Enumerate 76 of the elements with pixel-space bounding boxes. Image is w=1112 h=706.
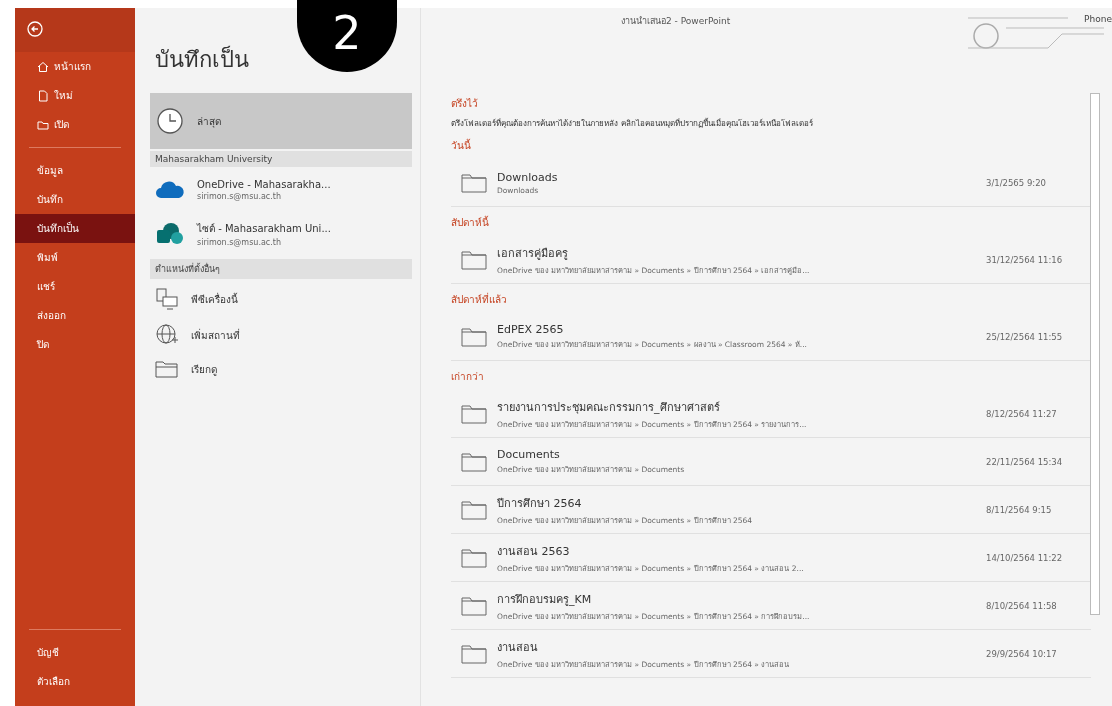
house-icon [37,60,49,73]
section-label: วันนี้ [451,138,472,153]
modified-date: 31/12/2564 11:16 [986,254,1064,265]
folder-icon [155,359,179,379]
location-item[interactable]: OneDrive - Mahasarakha... sirimon.s@msu.ac.th [150,169,412,211]
folder-icon [461,643,487,664]
section-label: เก่ากว่า [451,370,485,384]
folder-name: EdPEX 2565 [497,323,565,336]
folder-icon [461,595,487,616]
section-label: ตรึงไว้ [451,97,479,111]
sidebar-item[interactable]: บัญชี [15,638,135,667]
folder-icon [461,172,487,193]
document-icon [37,89,49,102]
back-button[interactable] [15,8,135,52]
location-item[interactable]: เพิ่มสถานที่ [150,317,412,353]
sidebar-item[interactable]: ตัวเลือก [15,667,135,696]
folder-icon [461,499,487,520]
sites-icon [155,222,185,246]
sidebar-item[interactable]: ข้อมูล [15,156,135,185]
folder-name: รายงานการประชุมคณะกรรมการ_ศึกษาศาสตร์ [497,399,721,416]
sidebar-item[interactable]: ส่งออก [15,301,135,330]
location-item[interactable]: เรียกดู [150,353,412,385]
sidebar-item[interactable]: หน้าแรก [15,52,135,81]
modified-date: 14/10/2564 11:22 [986,552,1064,563]
pinned-hint: ตรึงโฟลเดอร์ที่คุณต้องการค้นหาได้ง่ายในภายหลัง คลิกไอคอนหมุดที่ปรากฏขึ้นเมื่อคุณโฮเวอร์เหนือโฟลเดอร์ [451,117,814,130]
sidebar-item[interactable]: แชร์ [15,272,135,301]
location-account: sirimon.s@msu.ac.th [197,192,282,201]
window-title: งานนำเสนอ2 - PowerPoint [621,15,731,28]
modified-date: 8/10/2564 11:58 [986,600,1058,611]
folder-name: งานสอน 2563 [497,543,571,560]
sidebar-item[interactable]: บันทึก [15,185,135,214]
location-item[interactable]: ล่าสุด [150,93,412,149]
sidebar-item[interactable]: พิมพ์ [15,243,135,272]
location-item[interactable]: ไซต์ - Mahasarakham Uni... sirimon.s@msu.ac.th [150,211,412,257]
location-item[interactable]: พีซีเครื่องนี้ [150,281,412,317]
folder-name: Documents [497,448,561,461]
location-name: พีซีเครื่องนี้ [191,291,238,307]
cloud-icon [155,180,185,200]
location-account: sirimon.s@msu.ac.th [197,238,282,247]
folder-name: เอกสารคู่มือครู [497,245,569,262]
location-name: ไซต์ - Mahasarakham Uni... [197,222,331,236]
sidebar-item[interactable]: ปิด [15,330,135,359]
modified-date: 22/11/2564 15:34 [986,456,1064,467]
computer-icon [155,287,179,311]
modified-date: 29/9/2564 10:17 [986,648,1058,659]
sidebar-item[interactable]: ใหม่ [15,81,135,110]
location-name: เพิ่มสถานที่ [191,327,240,343]
folder-name: งานสอน [497,639,539,656]
modified-date: 8/12/2564 11:27 [986,408,1058,419]
globe-plus-icon [155,323,179,347]
location-name: เรียกดู [191,362,217,377]
annotation-badge: 2 [297,0,397,72]
section-label: สัปดาห์นี้ [451,215,490,230]
location-name: OneDrive - Mahasarakha... [197,179,331,190]
folder-icon [461,451,487,472]
folder-name: การฝึกอบรมครู_KM [497,591,593,608]
sidebar-item[interactable]: เปิด [15,110,135,139]
sidebar-item[interactable]: บันทึกเป็น [15,214,135,243]
location-name: ล่าสุด [197,114,221,129]
folder-icon [461,403,487,424]
folder-icon [461,249,487,270]
user-name: Phone [1084,14,1112,24]
folder-name: ปีการศึกษา 2564 [497,495,583,512]
modified-date: 8/11/2564 9:15 [986,504,1053,515]
group-header: Mahasarakham University [150,151,412,167]
scrollbar[interactable] [1090,93,1100,615]
page-heading: บันทึกเป็น [155,44,250,74]
folder-icon [461,547,487,568]
group-header: ตำแหน่งที่ตั้งอื่นๆ [150,259,412,279]
folder-name: Downloads [497,170,558,184]
folder-icon [37,118,49,131]
modified-date: 3/1/2565 9:20 [986,177,1047,188]
folder-icon [461,326,487,347]
modified-date: 25/12/2564 11:55 [986,331,1064,342]
section-label: สัปดาห์ที่แล้ว [451,292,508,307]
clock-icon [155,106,185,136]
